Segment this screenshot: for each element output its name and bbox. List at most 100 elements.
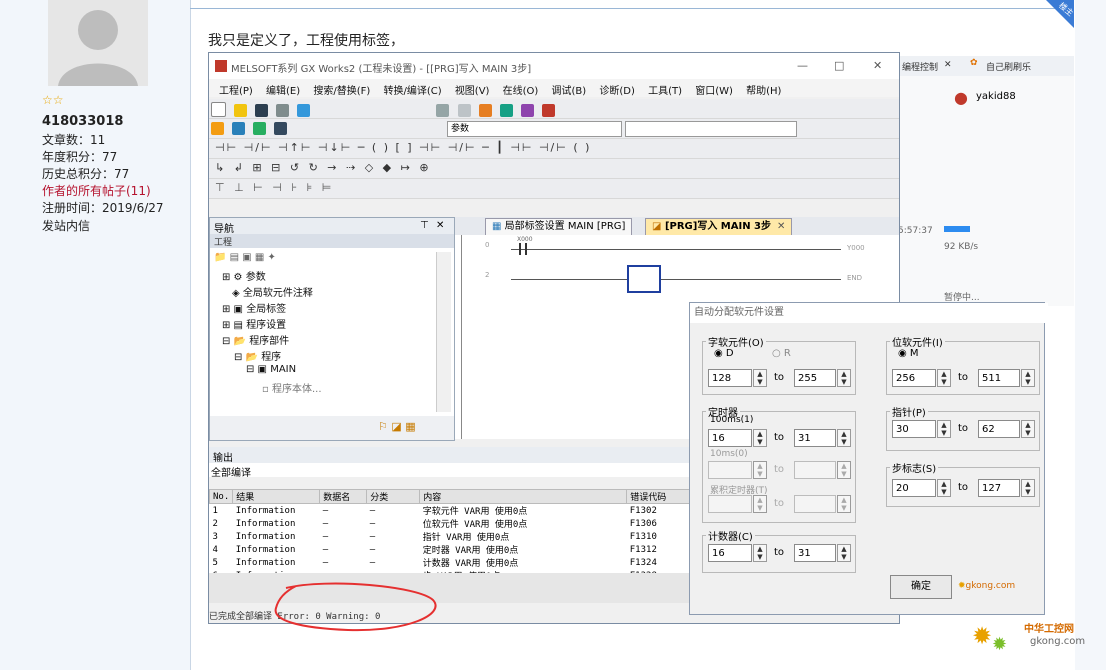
copy-icon[interactable] — [457, 104, 471, 117]
menu-online[interactable]: 在线(O) — [503, 86, 539, 97]
tree-item-global-comment[interactable]: ◈ 全局软元件注释 — [232, 284, 313, 299]
ok-button[interactable]: 确定 — [890, 575, 952, 599]
col-result[interactable]: 结果 — [232, 489, 321, 504]
tab-main-ladder[interactable]: ◪ [PRG]写入 MAIN 3步 ✕ — [645, 218, 793, 236]
word-from-spinner[interactable]: ▲ ▼ — [753, 369, 767, 387]
tree-item-program-parts[interactable]: ⊟ 📂 程序部件 — [222, 332, 289, 347]
tree-item-parameter[interactable]: ⊞ ⚙ 参数 — [222, 268, 266, 283]
ladder-edit-icons[interactable]: ↳ ↲ ⊞ ⊟ ↺ ↻ → ⇢ ◇ ◆ ↦ ⊕ — [215, 161, 432, 174]
menu-compile[interactable]: 转换/编译(C) — [383, 86, 441, 97]
minimize-button[interactable]: — — [797, 59, 808, 72]
bg-tab-2[interactable]: 自己刷刷乐 — [986, 60, 1031, 73]
bit-to-spinner[interactable]: ▲ ▼ — [1021, 369, 1035, 387]
timer-from-spinner[interactable]: ▲ ▼ — [753, 429, 767, 447]
tree-item-program[interactable]: ⊟ 📂 程序 — [234, 348, 281, 363]
bit-to-input[interactable]: 511 — [978, 369, 1020, 387]
tab-close-icon[interactable]: ✕ — [777, 221, 785, 232]
parameter-combo[interactable]: 参数 — [447, 121, 622, 137]
menu-diagnostics[interactable]: 诊断(D) — [599, 86, 635, 97]
step-from-input[interactable]: 20 — [892, 479, 936, 497]
new-icon[interactable] — [211, 102, 226, 117]
window-titlebar[interactable]: MELSOFT系列 GX Works2 (工程未设置) - [[PRG]写入 M… — [209, 53, 899, 79]
menu-project[interactable]: 工程(P) — [219, 86, 253, 97]
menu-debug[interactable]: 调试(B) — [552, 86, 587, 97]
step-to-spinner[interactable]: ▲ ▼ — [1021, 479, 1035, 497]
all-posts-link[interactable]: 作者的所有帖子(11) — [42, 183, 151, 199]
nav-icon[interactable] — [232, 122, 246, 135]
menu-tools[interactable]: 工具(T) — [648, 86, 682, 97]
tree-item-main[interactable]: ⊟ ▣ MAIN — [246, 364, 296, 375]
word-to-input[interactable]: 255 — [794, 369, 836, 387]
bit-from-spinner[interactable]: ▲ ▼ — [937, 369, 951, 387]
partslib-icon[interactable] — [253, 122, 267, 135]
device-combo[interactable] — [625, 121, 797, 137]
nav-tool-icons[interactable]: ⚐ ◪ ▦ — [378, 420, 416, 433]
step-from-spinner[interactable]: ▲ ▼ — [937, 479, 951, 497]
counter-label: 计数器(C) — [706, 528, 755, 543]
output-icon[interactable] — [274, 122, 288, 135]
col-content[interactable]: 内容 — [419, 489, 628, 504]
nav-scrollbar[interactable] — [436, 252, 451, 412]
nav-toolbar[interactable]: 📁 ▤ ▣ ▦ ✦ — [214, 252, 276, 263]
word-to-spinner[interactable]: ▲ ▼ — [837, 369, 851, 387]
print-icon[interactable] — [276, 104, 290, 117]
menu-help[interactable]: 帮助(H) — [746, 86, 781, 97]
pointer-to-input[interactable]: 62 — [978, 420, 1020, 438]
maximize-button[interactable]: □ — [834, 59, 844, 72]
step-to-input[interactable]: 127 — [978, 479, 1020, 497]
read-plc-icon[interactable] — [520, 104, 534, 117]
help-icon[interactable] — [297, 104, 311, 117]
timer10-from-spinner: ▲ ▼ — [753, 461, 767, 479]
avatar[interactable] — [48, 0, 148, 86]
timer-from-input[interactable]: 16 — [708, 429, 752, 447]
radio-r[interactable]: ○ R — [772, 348, 791, 359]
col-dataname[interactable]: 数据名 — [319, 489, 368, 504]
bg-username[interactable]: yakid88 — [976, 91, 1016, 102]
monitor-icon[interactable] — [541, 104, 555, 117]
pointer-from-spinner[interactable]: ▲ ▼ — [937, 420, 951, 438]
ladder-symbol-icons[interactable]: ⊣⊢ ⊣/⊢ ⊣↑⊢ ⊣↓⊢ ─ ( ) [ ] ⊣⊢ ⊣/⊢ ─ ┃ ⊣⊢ ⊣… — [215, 141, 591, 154]
save-icon[interactable] — [255, 104, 269, 117]
counter-to-spinner[interactable]: ▲ ▼ — [837, 544, 851, 562]
menu-view[interactable]: 视图(V) — [455, 86, 490, 97]
username[interactable]: 418033018 — [42, 114, 123, 129]
write-plc-icon[interactable] — [499, 104, 513, 117]
pointer-from-input[interactable]: 30 — [892, 420, 936, 438]
col-category[interactable]: 分类 — [366, 489, 421, 504]
timer-to-input[interactable]: 31 — [794, 429, 836, 447]
col-no[interactable]: No. — [209, 489, 234, 504]
project-icon[interactable] — [211, 122, 224, 135]
close-icon[interactable]: ✕ — [944, 60, 952, 70]
dialog-title[interactable]: 自动分配软元件设置 — [690, 303, 1048, 323]
cut-icon[interactable] — [436, 104, 450, 117]
sfc-icons[interactable]: ⊤ ⊥ ⊢ ⊣ ⊦ ⊧ ⊨ — [215, 181, 334, 194]
menu-edit[interactable]: 编辑(E) — [266, 86, 300, 97]
tree-item-program-setting[interactable]: ⊞ ▤ 程序设置 — [222, 316, 286, 331]
counter-from-spinner[interactable]: ▲ ▼ — [753, 544, 767, 562]
send-message-link[interactable]: 发站内信 — [42, 218, 90, 234]
radio-m[interactable]: ◉ M — [898, 348, 919, 359]
radio-d[interactable]: ◉ D — [714, 348, 734, 359]
open-icon[interactable] — [234, 104, 248, 117]
nav-close-icon[interactable]: ✕ — [436, 220, 444, 231]
close-button[interactable]: ✕ — [873, 59, 882, 72]
counter-from-input[interactable]: 16 — [708, 544, 752, 562]
counter-to-input[interactable]: 31 — [794, 544, 836, 562]
navigation-panel: 导航 ⊤ ✕ 工程 📁 ▤ ▣ ▦ ✦ ⊞ ⚙ 参数 ◈ 全局软元件注释 ⊞ ▣… — [209, 217, 455, 441]
background-tabs[interactable]: 编程控制 ✕ ✿ 自己刷刷乐 — [898, 56, 1074, 76]
tree-item-body[interactable]: ▫ 程序本体... — [262, 380, 322, 395]
pointer-to-spinner[interactable]: ▲ ▼ — [1021, 420, 1035, 438]
paste-icon[interactable] — [478, 104, 492, 117]
ladder-cursor[interactable] — [627, 265, 661, 293]
bg-tab-1[interactable]: 编程控制 — [902, 60, 938, 73]
timer-to-spinner[interactable]: ▲ ▼ — [837, 429, 851, 447]
pin-icon[interactable]: ⊤ — [420, 220, 429, 231]
word-from-input[interactable]: 128 — [708, 369, 752, 387]
bit-from-input[interactable]: 256 — [892, 369, 936, 387]
tree-item-global-label[interactable]: ⊞ ▣ 全局标签 — [222, 300, 286, 315]
menu-search[interactable]: 搜索/替换(F) — [313, 86, 370, 97]
menu-window[interactable]: 窗口(W) — [695, 86, 733, 97]
tab-local-label[interactable]: ▦ 局部标签设置 MAIN [PRG] — [485, 218, 633, 236]
tree-label: 程序设置 — [246, 320, 287, 331]
word-device-label: 字软元件(O) — [706, 334, 766, 349]
